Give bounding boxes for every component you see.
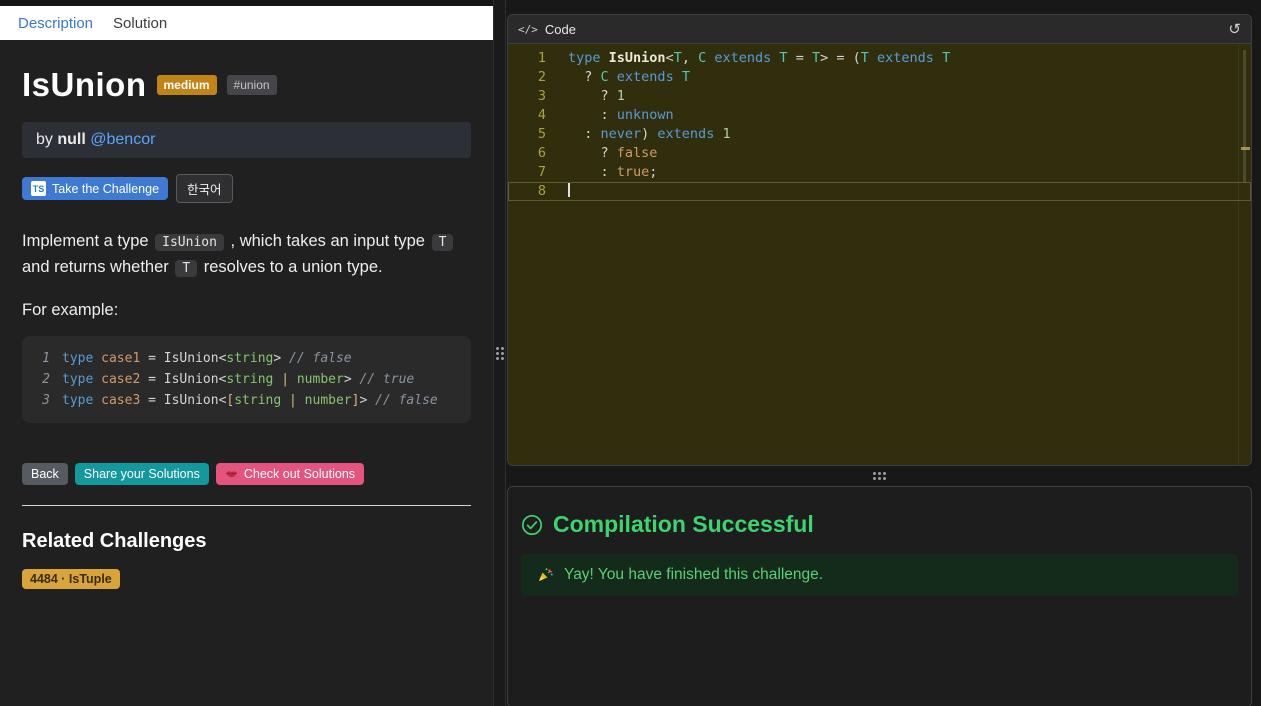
example-code-line: 2 type case2 = IsUnion<string | number> /… [36,369,457,390]
related-heading: Related Challenges [22,530,207,552]
description-text: Implement a type [22,232,154,250]
editor-scrollbar[interactable] [1238,44,1251,465]
challenge-description: Implement a type IsUnion , which takes a… [22,229,471,281]
typescript-logo-icon: TS [31,181,46,196]
line-number: 2 [42,372,50,387]
horizontal-splitter[interactable] [507,466,1252,486]
line-number: 2 [537,69,546,85]
inline-code: T [175,260,198,277]
take-challenge-label: Take the Challenge [52,181,160,196]
code-panel: </> Code ↺ 1 type IsUnion<T, C extends T … [507,14,1252,466]
scrollbar-thumb[interactable] [1243,50,1246,182]
for-example-label: For example: [22,301,119,319]
compilation-status-text: Compilation Successful [553,511,814,537]
challenge-body: IsUnion medium #union by null @bencor TS… [0,40,493,706]
line-number: 1 [42,351,50,366]
line-number: 6 [537,145,546,161]
code-panel-header: </> Code ↺ [508,15,1251,44]
tab-solution[interactable]: Solution [113,15,167,32]
check-circle-icon [521,514,543,536]
description-text: resolves to a union type. [199,258,383,276]
checkout-solutions-button[interactable]: Check out Solutions [215,463,365,485]
vertical-splitter[interactable] [493,0,506,706]
code-panel-title: Code [544,21,576,37]
take-challenge-button[interactable]: TS Take the Challenge [22,177,169,200]
example-code-line: 1 type case1 = IsUnion<string> // false [36,348,457,369]
challenge-panel: Description Solution IsUnion medium #unio… [0,0,493,706]
success-message-text: Yay! You have finished this challenge. [564,566,824,583]
line-number: 4 [537,107,546,123]
difficulty-badge[interactable]: medium [156,75,217,95]
editor-line[interactable]: 4 : unknown [508,106,1251,125]
party-popper-icon [536,566,554,584]
divider [22,505,471,506]
line-number: 7 [537,164,546,180]
author-prefix: by [36,131,53,148]
back-button[interactable]: Back [22,463,68,485]
compilation-status: Compilation Successful [521,511,1238,538]
example-code-block: 1 type case1 = IsUnion<string> // false 2 t… [22,336,471,423]
mouth-icon [225,467,238,481]
tab-bar: Description Solution [0,6,493,40]
checkout-solutions-label: Check out Solutions [243,467,356,481]
editor-line[interactable]: 2 ? C extends T [508,68,1251,87]
tab-description[interactable]: Description [18,15,93,32]
right-panel: </> Code ↺ 1 type IsUnion<T, C extends T … [506,0,1261,706]
inline-code: IsUnion [155,234,224,251]
inline-code: T [431,234,454,251]
related-list: 4484 · IsTuple [22,569,471,589]
editor-line[interactable]: 8 [508,182,1251,201]
output-panel: Compilation Successful Yay! You have fin… [507,486,1252,706]
line-number: 3 [537,88,546,104]
page-title: IsUnion [22,66,147,103]
editor-line[interactable]: 7 : true; [508,163,1251,182]
overview-ruler-mark [1241,147,1250,150]
author-line: by null @bencor [22,122,471,158]
text-cursor [568,182,570,197]
editor-line[interactable]: 6 ? false [508,144,1251,163]
editor-line[interactable]: 3 ? 1 [508,87,1251,106]
app-root: Description Solution IsUnion medium #unio… [0,0,1261,706]
splitter-grip-icon [495,346,504,360]
example-code-line: 3 type case3 = IsUnion<[string | number]>… [36,390,457,411]
language-button[interactable]: 한국어 [176,174,233,203]
editor-lines: 1 type IsUnion<T, C extends T = T> = (T e… [508,49,1251,201]
footer-buttons: Back Share your Solutions Check out Solu… [22,463,471,485]
title-row: IsUnion medium #union [22,66,471,104]
editor-line[interactable]: 1 type IsUnion<T, C extends T = T> = (T e… [508,49,1251,68]
description-text: , which takes an input type [225,232,430,250]
line-number: 5 [537,126,546,142]
author-name: null [57,131,86,148]
line-number: 1 [537,50,546,66]
splitter-grip-icon [873,472,886,480]
success-message: Yay! You have finished this challenge. [521,554,1238,596]
line-number: 3 [42,393,50,408]
description-text: and returns whether [22,258,174,276]
code-icon: </> [518,22,538,36]
related-challenge-badge[interactable]: 4484 · IsTuple [22,569,120,589]
line-number: 8 [537,183,546,199]
reset-button[interactable]: ↺ [1228,22,1241,37]
share-solutions-button[interactable]: Share your Solutions [74,463,209,485]
code-editor[interactable]: 1 type IsUnion<T, C extends T = T> = (T e… [508,44,1251,465]
editor-line[interactable]: 5 : never) extends 1 [508,125,1251,144]
author-link[interactable]: @bencor [90,131,155,148]
tag-badge[interactable]: #union [226,75,277,95]
cta-row: TS Take the Challenge 한국어 [22,174,471,203]
